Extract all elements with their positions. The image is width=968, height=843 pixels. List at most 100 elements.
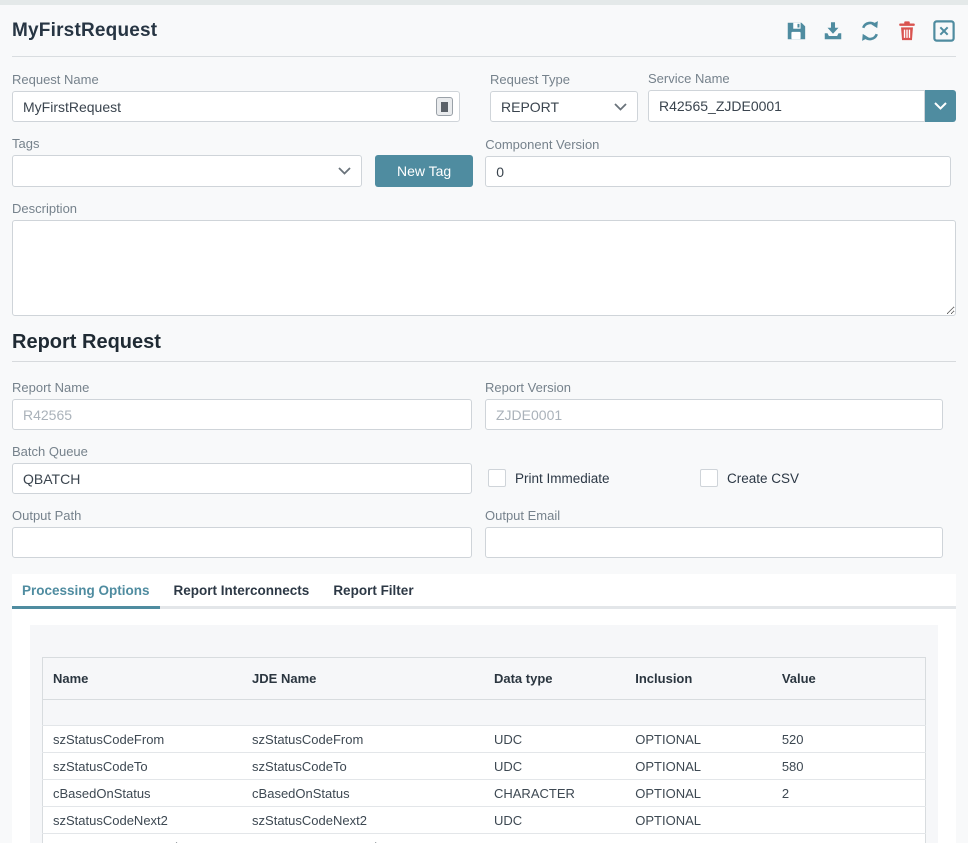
column-header-name: Name [43, 658, 243, 700]
report-version-field: Report Version [485, 380, 943, 430]
tab-report-filter[interactable]: Report Filter [323, 574, 423, 606]
tags-select[interactable] [12, 155, 362, 187]
output-email-input[interactable] [485, 527, 943, 558]
chevron-down-icon [338, 167, 351, 175]
create-csv-group: Create CSV [700, 469, 799, 487]
batch-queue-input[interactable] [12, 463, 472, 494]
output-path-field: Output Path [12, 508, 472, 558]
chevron-down-icon [614, 103, 627, 111]
description-textarea[interactable] [12, 220, 956, 316]
print-immediate-label: Print Immediate [515, 471, 610, 486]
table-row[interactable]: cPreventNextStatUpdate cPreventNextStatU… [43, 834, 926, 843]
table-cell [772, 807, 926, 834]
batch-queue-field: Batch Queue [12, 444, 472, 494]
service-name-dropdown-button[interactable] [925, 90, 956, 122]
form-row-batch: Batch Queue Print Immediate Create CSV [12, 444, 956, 494]
column-header-data-type: Data type [484, 658, 625, 700]
table-cell: 580 [772, 753, 926, 780]
table-cell: szStatusCodeTo [43, 753, 243, 780]
table-cell: CHARACTER [484, 834, 625, 843]
table-cell: 2 [772, 780, 926, 807]
table-header-row: Name JDE Name Data type Inclusion Value [43, 658, 926, 700]
service-name-field: Service Name [648, 71, 956, 122]
create-csv-checkbox[interactable] [700, 469, 718, 487]
table-cell: OPTIONAL [625, 834, 772, 843]
report-request-divider [12, 361, 956, 362]
tags-label: Tags [12, 136, 362, 151]
print-immediate-group: Print Immediate [488, 469, 700, 487]
table-cell: cPreventNextStatUpdate [242, 834, 484, 843]
save-button[interactable] [784, 19, 808, 43]
page-title: MyFirstRequest [12, 20, 157, 42]
service-name-input[interactable] [648, 90, 925, 122]
table-cell: CHARACTER [484, 780, 625, 807]
table-cell: cPreventNextStatUpdate [43, 834, 243, 843]
delete-button[interactable] [895, 19, 919, 43]
request-type-select[interactable]: REPORT [490, 91, 638, 122]
table-cell: UDC [484, 726, 625, 753]
delete-icon [896, 20, 918, 42]
form-row-1: Request Name Request Type REPORT Service… [12, 71, 956, 122]
table-cell: UDC [484, 807, 625, 834]
table-cell: szStatusCodeTo [242, 753, 484, 780]
tab-card: Processing Options Report Interconnects … [12, 574, 956, 843]
service-name-label: Service Name [648, 71, 956, 86]
table-cell: szStatusCodeNext2 [43, 807, 243, 834]
output-path-label: Output Path [12, 508, 472, 523]
tab-bar: Processing Options Report Interconnects … [12, 574, 956, 609]
report-name-label: Report Name [12, 380, 472, 395]
table-row[interactable]: cBasedOnStatus cBasedOnStatus CHARACTER … [43, 780, 926, 807]
new-tag-button[interactable]: New Tag [375, 155, 473, 187]
table-cell: szStatusCodeNext2 [242, 807, 484, 834]
table-cell [484, 700, 625, 726]
table-cell: szStatusCodeFrom [43, 726, 243, 753]
description-label: Description [12, 201, 956, 216]
description-field: Description [12, 201, 956, 321]
tab-report-interconnects[interactable]: Report Interconnects [164, 574, 320, 606]
refresh-icon [859, 20, 881, 42]
table-cell: szStatusCodeFrom [242, 726, 484, 753]
table-row[interactable]: szStatusCodeFrom szStatusCodeFrom UDC OP… [43, 726, 926, 753]
processing-options-table: Name JDE Name Data type Inclusion Value [42, 657, 926, 843]
output-email-field: Output Email [485, 508, 943, 558]
request-type-label: Request Type [490, 72, 638, 87]
column-header-inclusion: Inclusion [625, 658, 772, 700]
refresh-button[interactable] [858, 19, 882, 43]
request-type-field: Request Type REPORT [490, 72, 638, 122]
create-csv-label: Create CSV [727, 471, 799, 486]
table-cell: UDC [484, 753, 625, 780]
autofill-icon[interactable] [436, 97, 453, 116]
request-name-field: Request Name [12, 72, 460, 122]
report-name-field: Report Name [12, 380, 472, 430]
header-actions [784, 19, 956, 43]
table-row[interactable] [43, 700, 926, 726]
table-row[interactable]: szStatusCodeNext2 szStatusCodeNext2 UDC … [43, 807, 926, 834]
table-cell [43, 700, 243, 726]
column-header-value: Value [772, 658, 926, 700]
download-button[interactable] [821, 19, 845, 43]
component-version-input[interactable] [485, 156, 951, 187]
tab-processing-options[interactable]: Processing Options [12, 574, 160, 609]
component-version-label: Component Version [485, 137, 951, 152]
report-request-heading: Report Request [12, 331, 956, 354]
close-button[interactable] [932, 19, 956, 43]
request-name-input[interactable] [12, 91, 460, 122]
form-row-description: Description [12, 201, 956, 321]
batch-queue-label: Batch Queue [12, 444, 472, 459]
column-header-jde-name: JDE Name [242, 658, 484, 700]
output-path-input[interactable] [12, 527, 472, 558]
table-row[interactable]: szStatusCodeTo szStatusCodeTo UDC OPTION… [43, 753, 926, 780]
print-immediate-checkbox[interactable] [488, 469, 506, 487]
report-name-input [12, 399, 472, 430]
form-row-2: Tags New Tag Component Version [12, 136, 956, 187]
report-version-input [485, 399, 943, 430]
table-cell [625, 700, 772, 726]
form-row-output: Output Path Output Email [12, 508, 956, 558]
request-type-value: REPORT [501, 99, 559, 115]
report-version-label: Report Version [485, 380, 943, 395]
save-icon [785, 20, 807, 42]
table-cell: cBasedOnStatus [242, 780, 484, 807]
chevron-down-icon [934, 102, 947, 110]
table-cell [772, 700, 926, 726]
request-name-label: Request Name [12, 72, 460, 87]
